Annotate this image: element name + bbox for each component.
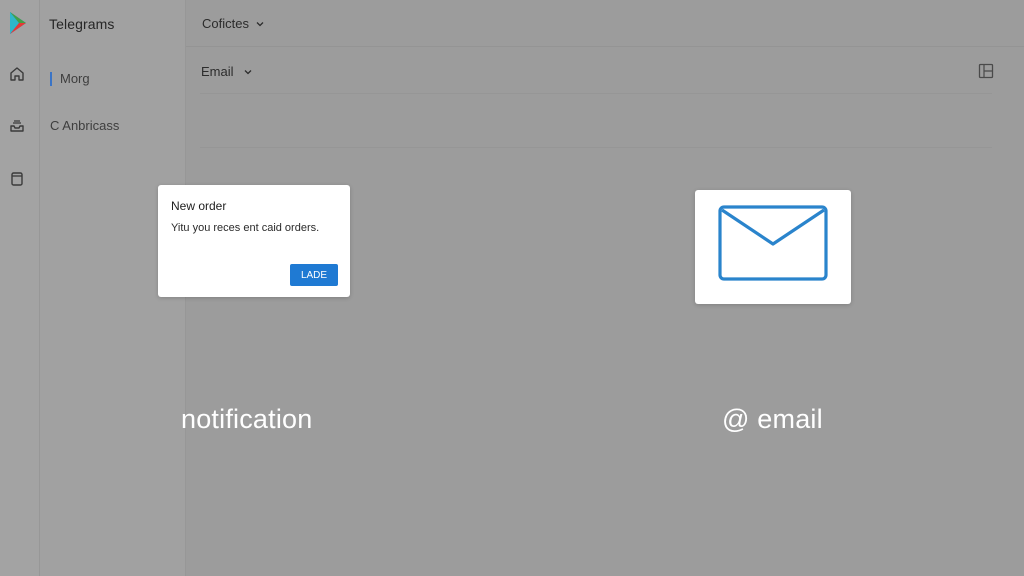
- document-icon[interactable]: [9, 171, 25, 187]
- notification-card: New order Yitu you reces ent caid orders…: [158, 185, 350, 297]
- email-filter-dropdown[interactable]: Email: [201, 64, 253, 79]
- email-card: [695, 190, 851, 304]
- divider: [200, 147, 992, 148]
- sidebar-item-morg[interactable]: Morg: [50, 71, 90, 86]
- email-filter-label: Email: [201, 64, 234, 79]
- active-indicator: [50, 71, 52, 86]
- divider: [200, 93, 992, 94]
- notification-caption: notification: [181, 404, 313, 434]
- notification-action-button[interactable]: LADE: [290, 264, 338, 286]
- sidebar-item-label: Morg: [60, 71, 90, 86]
- sidebar-item-label: C Anbricass: [50, 118, 120, 133]
- divider: [186, 46, 1024, 47]
- notification-body: Yitu you reces ent caid orders.: [171, 222, 320, 234]
- email-caption: @ email: [722, 404, 823, 434]
- layout-panel-icon[interactable]: [978, 63, 994, 79]
- app-title: Telegrams: [49, 16, 115, 32]
- chevron-down-icon: [244, 69, 251, 74]
- chevron-down-icon: [256, 21, 264, 26]
- inbox-icon[interactable]: [9, 118, 25, 134]
- home-icon[interactable]: [9, 66, 25, 82]
- topbar-dropdown[interactable]: Cofictes: [202, 16, 265, 31]
- topbar-dropdown-label: Cofictes: [202, 16, 249, 31]
- notification-title: New order: [171, 199, 227, 213]
- sidebar-item-anbricass[interactable]: C Anbricass: [50, 118, 119, 133]
- envelope-icon: [718, 205, 828, 281]
- play-logo-icon[interactable]: [8, 11, 28, 35]
- icon-rail: [0, 0, 40, 576]
